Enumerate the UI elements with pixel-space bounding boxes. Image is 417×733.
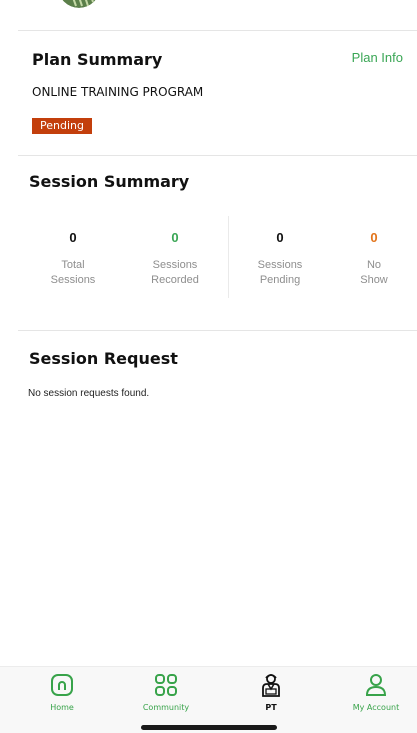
stat-label-total-sessions: Total Sessions <box>23 258 123 288</box>
home-indicator[interactable] <box>141 725 277 730</box>
stat-value-sessions-recorded: 0 <box>171 230 179 245</box>
stats-group-primary: 0 Total Sessions 0 Sessions Recorded <box>18 217 227 297</box>
stat-label-line: Sessions <box>257 259 303 271</box>
stat-label-sessions-pending: Sessions Pending <box>230 258 330 288</box>
stat-label-line: Sessions <box>50 274 96 286</box>
stat-label-line: Recorded <box>151 274 199 286</box>
program-name: ONLINE TRAINING PROGRAM <box>32 85 204 99</box>
stat-label-line: Total <box>61 259 85 271</box>
stat-label-line: Pending <box>259 274 301 286</box>
stat-label-line: Show <box>360 274 388 286</box>
avatar <box>58 0 100 8</box>
nav-label-community: Community <box>142 703 190 712</box>
community-grid-icon <box>155 674 177 696</box>
stat-label-no-show: No Show <box>324 258 417 288</box>
plan-summary-section: Plan Summary Plan Info ONLINE TRAINING P… <box>0 32 417 155</box>
stat-no-show: 0 No Show <box>324 217 417 288</box>
stat-sessions-pending: 0 Sessions Pending <box>230 217 330 288</box>
nav-label-my-account: My Account <box>352 703 400 712</box>
nav-item-community[interactable]: Community <box>118 671 214 712</box>
avatar-image-icon <box>62 0 96 8</box>
nav-item-home[interactable]: Home <box>14 671 110 712</box>
session-request-section: Session Request No session requests foun… <box>0 330 417 430</box>
plan-info-link[interactable]: Plan Info <box>352 50 403 65</box>
nav-label-pt: PT <box>265 703 277 712</box>
session-summary-section: Session Summary 0 Total Sessions 0 Sessi… <box>0 155 417 330</box>
bottom-navigation: Home Community PT My Account <box>0 666 417 733</box>
stats-divider <box>228 216 229 298</box>
stat-total-sessions: 0 Total Sessions <box>23 217 123 288</box>
nav-item-pt[interactable]: PT <box>223 671 319 712</box>
stat-label-line: Sessions <box>152 259 198 271</box>
stat-label-line: No <box>366 259 382 271</box>
session-request-title: Session Request <box>29 349 178 368</box>
stat-label-sessions-recorded: Sessions Recorded <box>125 258 225 288</box>
stat-sessions-recorded: 0 Sessions Recorded <box>125 217 225 288</box>
nav-item-my-account[interactable]: My Account <box>328 671 417 712</box>
account-icon <box>365 674 387 696</box>
stat-value-sessions-pending: 0 <box>276 230 284 245</box>
status-badge: Pending <box>32 118 92 134</box>
section-divider <box>18 30 417 31</box>
stat-value-no-show: 0 <box>370 230 378 245</box>
plan-summary-title: Plan Summary <box>32 50 163 69</box>
session-summary-title: Session Summary <box>29 172 190 191</box>
nav-label-home: Home <box>50 703 74 712</box>
home-icon <box>51 674 73 696</box>
stat-value-total-sessions: 0 <box>69 230 77 245</box>
stats-group-secondary: 0 Sessions Pending 0 No Show <box>228 217 417 297</box>
trainer-icon <box>262 674 280 697</box>
empty-session-requests-message: No session requests found. <box>28 388 150 399</box>
